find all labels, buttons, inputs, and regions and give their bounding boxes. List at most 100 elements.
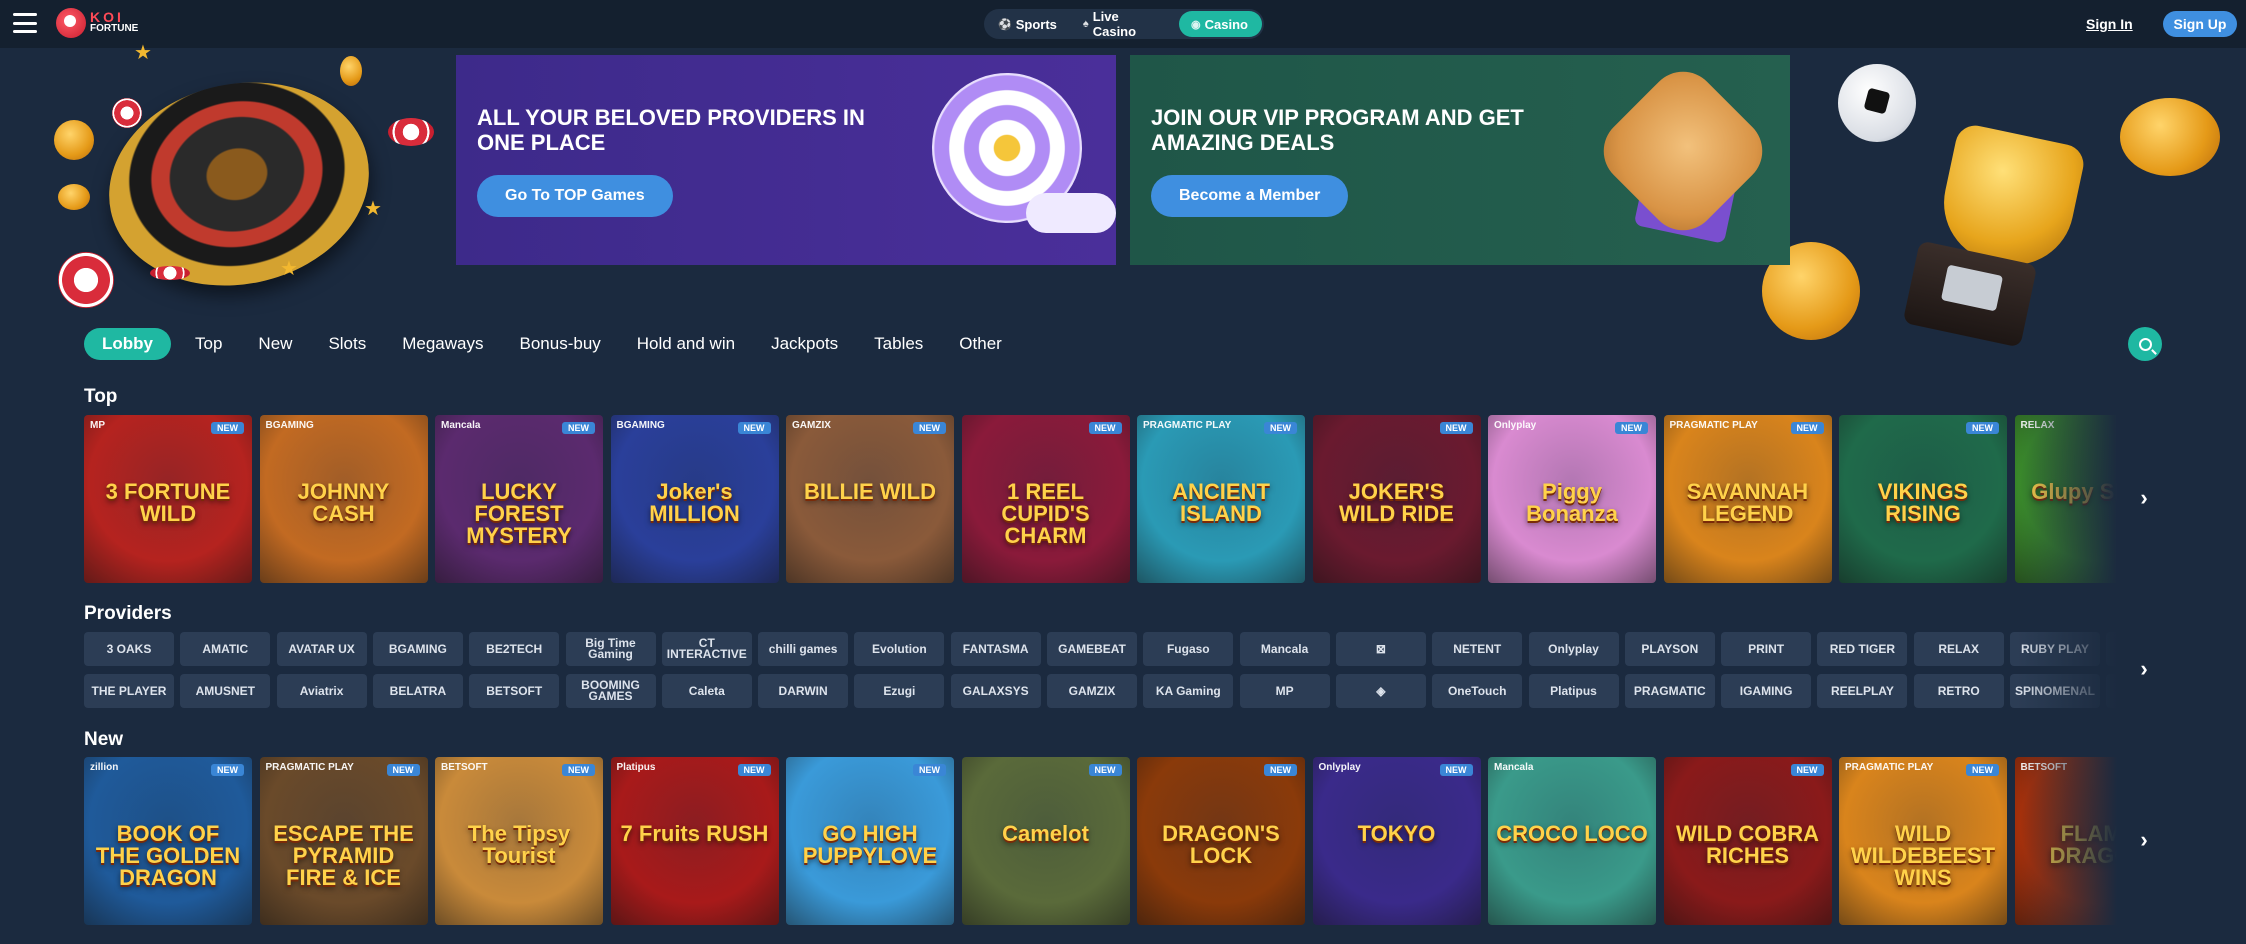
provider-tile[interactable]: PRAGMATIC xyxy=(1624,674,1715,708)
provider-tile[interactable]: AVATAR UX xyxy=(276,632,367,666)
provider-tile[interactable]: Caleta xyxy=(661,674,752,708)
provider-tile[interactable]: Evolution xyxy=(854,632,945,666)
provider-tile[interactable]: RED TIGER xyxy=(1817,632,1908,666)
new-badge: NEW xyxy=(1966,422,1999,434)
provider-tile[interactable]: CT INTERACTIVE xyxy=(661,632,752,666)
provider-tile[interactable]: REELPLAY xyxy=(1817,674,1908,708)
game-card[interactable]: BETSOFT NEW The Tipsy Tourist xyxy=(435,757,603,925)
provider-tile[interactable]: Onlyplay xyxy=(1528,632,1619,666)
new-badge: NEW xyxy=(386,764,420,776)
provider-tile[interactable]: BETSOFT xyxy=(469,674,560,708)
provider-tile[interactable]: NETENT xyxy=(1432,632,1523,666)
chevron-right-icon[interactable]: › xyxy=(2134,485,2154,510)
row-fade-overlay xyxy=(2018,632,2128,708)
provider-tile[interactable]: ◈ xyxy=(1335,674,1426,708)
game-card[interactable]: Mancala NEW LUCKY FOREST MYSTERY xyxy=(435,415,603,583)
soccer-ball-illustration xyxy=(1838,64,1916,142)
search-button[interactable] xyxy=(2128,327,2162,361)
tab-hold-and-win[interactable]: Hold and win xyxy=(619,328,753,360)
provider-tile[interactable]: RELAX xyxy=(1913,632,2004,666)
vip-promo-banner[interactable]: JOIN OUR VIP PROGRAM AND GET AMAZING DEA… xyxy=(1130,55,1790,265)
provider-tile[interactable]: IGAMING xyxy=(1721,674,1812,708)
provider-tile[interactable]: BGAMING xyxy=(372,632,463,666)
provider-tile[interactable]: THE PLAYER xyxy=(84,674,174,708)
star-icon: ★ xyxy=(134,42,152,64)
provider-tile[interactable]: MP xyxy=(1239,674,1330,708)
game-card[interactable]: Onlyplay NEW Piggy Bonanza xyxy=(1488,415,1656,583)
coin-icon xyxy=(340,56,362,86)
provider-tile[interactable]: GAMZIX xyxy=(1047,674,1137,708)
provider-tile[interactable]: Ezugi xyxy=(854,674,945,708)
game-card[interactable]: MP NEW 3 FORTUNE WILD xyxy=(84,415,252,583)
provider-tile[interactable]: BE2TECH xyxy=(469,632,560,666)
provider-tile[interactable]: 3 OAKS xyxy=(84,632,174,666)
provider-tile[interactable]: ⊠ xyxy=(1335,632,1426,666)
nav-sports[interactable]: ⚽ Sports xyxy=(986,11,1071,37)
game-card[interactable]: NEW 1 REEL CUPID'S CHARM xyxy=(961,415,1130,583)
provider-tile[interactable]: Mancala xyxy=(1239,632,1330,666)
tab-bonus-buy[interactable]: Bonus-buy xyxy=(502,328,619,360)
provider-tile[interactable]: PRINT xyxy=(1721,632,1812,666)
game-title: JOKER'S WILD RIDE xyxy=(1339,479,1454,526)
game-card[interactable]: zillion NEW BOOK OF THE GOLDEN DRAGON xyxy=(84,757,252,925)
provider-tile[interactable]: BOOMING GAMES xyxy=(565,674,656,708)
provider-tile[interactable]: BELATRA xyxy=(372,674,463,708)
chevron-right-icon[interactable]: › xyxy=(2134,827,2154,852)
nav-live-casino[interactable]: ♠ Live Casino xyxy=(1071,9,1179,39)
game-card[interactable]: NEW WILD COBRA RICHES xyxy=(1663,757,1832,925)
tab-other[interactable]: Other xyxy=(941,328,1020,360)
game-card[interactable]: BGAMING NEW Joker's MILLION xyxy=(610,415,779,583)
nav-live-casino-label: Live Casino xyxy=(1092,9,1137,39)
tab-slots[interactable]: Slots xyxy=(310,328,384,360)
tab-jackpots[interactable]: Jackpots xyxy=(753,328,856,360)
provider-tile[interactable]: chilli games xyxy=(758,632,849,666)
game-card[interactable]: Onlyplay NEW TOKYO xyxy=(1312,757,1481,925)
provider-tile[interactable]: AMATIC xyxy=(180,632,271,666)
provider-tile[interactable]: AMUSNET xyxy=(180,674,271,708)
game-card[interactable]: PRAGMATIC PLAY NEW ANCIENT ISLAND xyxy=(1137,415,1305,583)
tab-megaways[interactable]: Megaways xyxy=(384,328,501,360)
provider-tile[interactable]: KA Gaming xyxy=(1143,674,1234,708)
provider-tile[interactable]: GALAXSYS xyxy=(950,674,1041,708)
game-card[interactable]: Platipus NEW 7 Fruits RUSH xyxy=(610,757,779,925)
providers-grid: 3 OAKS AMATIC AVATAR UX BGAMING BE2TECH Big T… xyxy=(84,632,2128,708)
roulette-wheel-illustration xyxy=(90,58,388,310)
game-card[interactable]: NEW DRAGON'S LOCK xyxy=(1137,757,1305,925)
game-card[interactable]: NEW JOKER'S WILD RIDE xyxy=(1312,415,1481,583)
menu-icon[interactable] xyxy=(13,13,37,33)
provider-tile[interactable]: Big Time Gaming xyxy=(565,632,656,666)
game-card[interactable]: NEW GO HIGH PUPPYLOVE xyxy=(786,757,954,925)
tab-top[interactable]: Top xyxy=(177,328,240,360)
tab-new[interactable]: New xyxy=(240,328,310,360)
game-provider-label: PRAGMATIC PLAY xyxy=(1143,420,1232,431)
game-card[interactable]: NEW Camelot xyxy=(961,757,1130,925)
game-card[interactable]: PRAGMATIC PLAY NEW WILD WILDEBEEST WINS xyxy=(1839,757,2007,925)
game-card[interactable]: BGAMING JOHNNY CASH xyxy=(259,415,428,583)
become-member-button[interactable]: Become a Member xyxy=(1151,175,1349,217)
provider-tile[interactable]: Aviatrix xyxy=(276,674,367,708)
new-badge: NEW xyxy=(737,764,771,776)
providers-promo-banner[interactable]: ALL YOUR BELOVED PROVIDERS IN ONE PLACE … xyxy=(456,55,1116,265)
tab-lobby[interactable]: Lobby xyxy=(84,328,171,360)
provider-tile[interactable]: OneTouch xyxy=(1432,674,1523,708)
nav-casino[interactable]: ◉ Casino xyxy=(1179,11,1262,37)
provider-tile[interactable]: PLAYSON xyxy=(1624,632,1715,666)
game-card[interactable]: GAMZIX NEW BILLIE WILD xyxy=(786,415,954,583)
tab-tables[interactable]: Tables xyxy=(856,328,941,360)
chevron-right-icon[interactable]: › xyxy=(2134,656,2154,681)
go-to-top-games-button[interactable]: Go To TOP Games xyxy=(477,175,673,217)
logo[interactable]: KOI FORTUNE xyxy=(56,8,138,38)
provider-tile[interactable]: FANTASMA xyxy=(950,632,1041,666)
sign-up-button[interactable]: Sign Up xyxy=(2163,11,2237,37)
provider-tile[interactable]: Fugaso xyxy=(1143,632,1234,666)
new-badge: NEW xyxy=(737,422,771,434)
provider-tile[interactable]: RETRO xyxy=(1913,674,2004,708)
provider-tile[interactable]: GAMEBEAT xyxy=(1047,632,1137,666)
provider-tile[interactable]: Platipus xyxy=(1528,674,1619,708)
provider-tile[interactable]: DARWIN xyxy=(758,674,849,708)
game-card[interactable]: Mancala CROCO LOCO xyxy=(1488,757,1656,925)
sign-in-link[interactable]: Sign In xyxy=(2086,16,2133,32)
game-card[interactable]: PRAGMATIC PLAY NEW SAVANNAH LEGEND xyxy=(1663,415,1832,583)
game-card[interactable]: NEW VIKINGS RISING xyxy=(1839,415,2007,583)
game-card[interactable]: PRAGMATIC PLAY NEW ESCAPE THE PYRAMID FIRE… xyxy=(259,757,428,925)
